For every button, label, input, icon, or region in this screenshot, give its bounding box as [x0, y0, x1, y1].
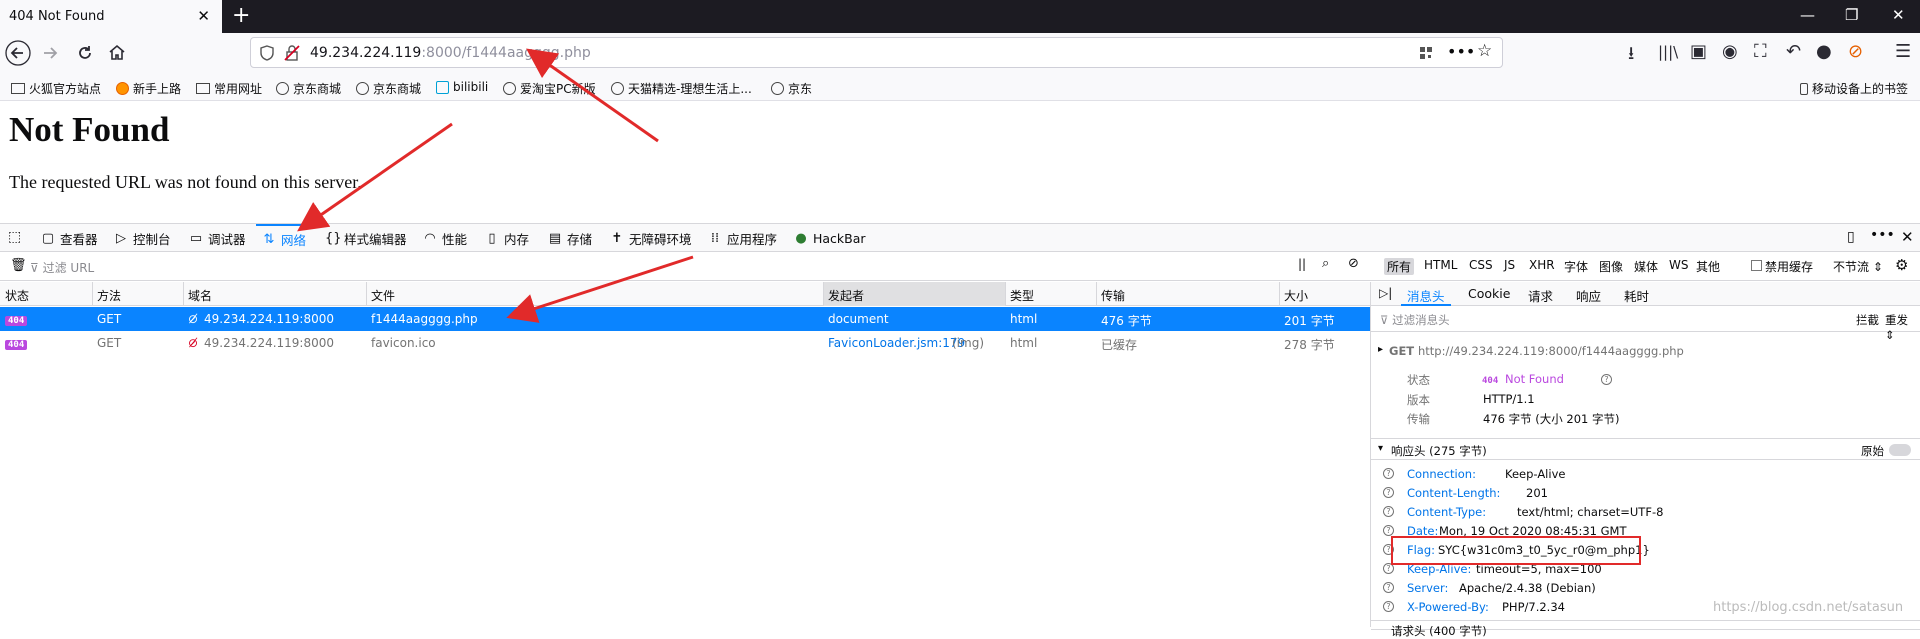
- watermark: https://blog.csdn.net/satasun: [1713, 600, 1904, 615]
- annotation-arrows: [297, 48, 694, 323]
- arrow-to-url: [526, 48, 659, 143]
- arrow-to-request-row: [506, 255, 694, 323]
- arrow-to-network-tab: [297, 122, 453, 232]
